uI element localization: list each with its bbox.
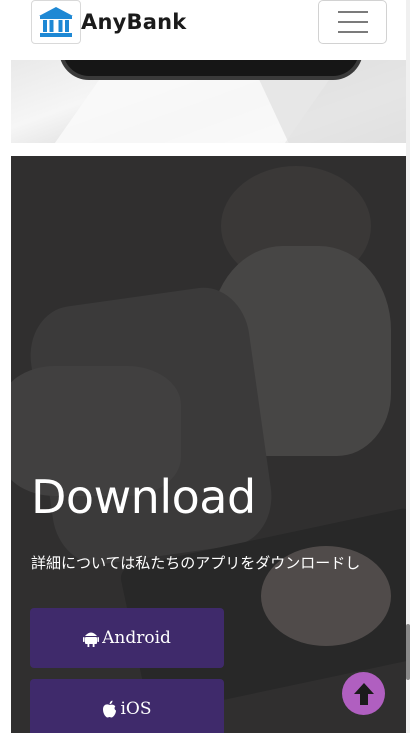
hamburger-line: [337, 21, 368, 23]
brand-link[interactable]: AnyBank: [31, 0, 186, 44]
back-to-top-button[interactable]: [342, 672, 385, 715]
hero-image: [11, 60, 406, 143]
android-icon: [83, 632, 100, 647]
page-gutter: [0, 0, 11, 733]
navbar: AnyBank: [11, 0, 406, 60]
section-divider: [11, 143, 406, 156]
phone-mockup: [59, 60, 363, 80]
logo: [31, 0, 81, 44]
android-download-button[interactable]: Android: [30, 608, 224, 668]
hamburger-menu-icon: [337, 11, 368, 13]
hamburger-line: [337, 31, 368, 33]
download-section: Download 詳細については私たちのアプリをダウンロードし Android …: [11, 156, 406, 733]
ios-button-label: iOS: [120, 699, 152, 719]
ios-download-button[interactable]: iOS: [30, 679, 224, 733]
arrow-up-icon: [353, 682, 374, 705]
download-description: 詳細については私たちのアプリをダウンロードし: [31, 554, 361, 572]
download-title: Download: [31, 470, 256, 524]
apple-icon: [103, 700, 117, 718]
hamburger-menu-button[interactable]: [318, 0, 387, 44]
scrollbar-thumb[interactable]: [406, 624, 410, 680]
android-button-label: Android: [102, 628, 171, 648]
brand-name: AnyBank: [81, 10, 187, 34]
bank-icon: [39, 7, 73, 37]
